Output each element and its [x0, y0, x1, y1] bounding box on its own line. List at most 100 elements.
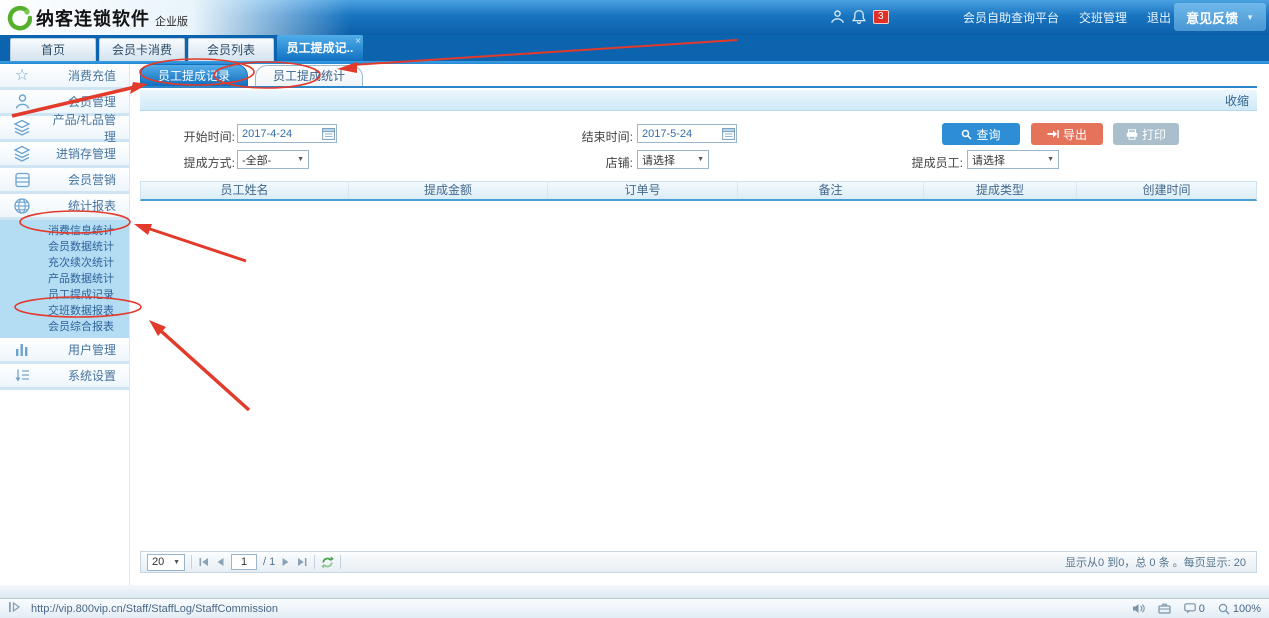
tab-member-list[interactable]: 会员列表	[188, 38, 274, 61]
column-commission-amount[interactable]: 提成金额	[348, 182, 547, 199]
tab-commission-stats[interactable]: 员工提成统计	[255, 65, 364, 86]
calendar-icon[interactable]	[722, 127, 735, 145]
link-logout[interactable]: 退出	[1147, 9, 1171, 26]
chevron-down-icon: ▼	[697, 156, 704, 163]
sidebar-item-label: 系统设置	[67, 369, 116, 383]
export-icon	[1047, 130, 1059, 138]
globe-icon	[0, 197, 44, 215]
commission-method-label: 提成方式:	[183, 156, 235, 170]
search-button-label: 查询	[976, 127, 1001, 142]
divider	[191, 555, 192, 569]
refresh-icon[interactable]	[321, 555, 335, 569]
pagination-controls: 20 ▼ / 1	[147, 553, 342, 571]
person-icon	[0, 93, 44, 110]
search-button[interactable]: 查询	[942, 123, 1020, 145]
sidebar-item-user-management[interactable]: 用户管理	[0, 338, 129, 364]
search-icon	[962, 129, 973, 140]
tab-commission-record[interactable]: 员工提成记录	[140, 64, 249, 86]
column-order-number[interactable]: 订单号	[547, 182, 737, 199]
link-shift-management[interactable]: 交班管理	[1079, 9, 1127, 26]
comment-counter[interactable]: 0	[1183, 603, 1205, 615]
submenu-staff-commission-record[interactable]: 员工提成记录	[0, 287, 129, 303]
bottom-band	[0, 585, 1269, 598]
commission-staff-value: 请选择	[972, 154, 1005, 167]
main-content: 员工提成记录 员工提成统计 收缩 开始时间: 结束时间: 查询 导出	[131, 64, 1269, 585]
bar-chart-icon	[0, 342, 44, 357]
chevron-down-icon: ▼	[1246, 12, 1254, 22]
close-icon[interactable]: ×	[355, 29, 361, 55]
page-size-select[interactable]: 20 ▼	[147, 553, 185, 571]
print-button-label: 打印	[1141, 127, 1166, 142]
drawers-icon	[0, 172, 44, 188]
statistics-submenu: 消费信息统计 会员数据统计 充次续次统计 产品数据统计 员工提成记录 交班数据报…	[0, 220, 129, 338]
sidebar-item-label: 会员管理	[67, 95, 116, 109]
tab-staff-commission-label: 员工提成记..	[286, 41, 354, 55]
commission-staff-label: 提成员工:	[911, 156, 963, 170]
store-select[interactable]: 请选择 ▼	[637, 150, 709, 169]
comment-bubble-icon	[1183, 603, 1196, 614]
logo-swoosh-icon	[7, 5, 32, 30]
pagination-bar: 20 ▼ / 1	[140, 551, 1257, 573]
sidebar-toggle-icon[interactable]	[8, 600, 21, 618]
sidebar-item-inventory[interactable]: 进销存管理	[0, 142, 129, 168]
edition-label: 企业版	[155, 15, 188, 28]
sidebar-item-label: 统计报表	[67, 199, 116, 213]
sidebar-item-statistics-reports[interactable]: 统计报表	[0, 194, 129, 220]
first-page-button[interactable]	[198, 557, 210, 567]
layers-icon	[0, 119, 44, 136]
status-bar: http://vip.800vip.cn/Staff/StaffLog/Staf…	[0, 598, 1269, 618]
last-page-button[interactable]	[296, 557, 308, 567]
table-body-empty	[140, 201, 1257, 553]
star-icon: ☆	[14, 66, 30, 84]
column-remark[interactable]: 备注	[737, 182, 923, 199]
commission-method-select[interactable]: -全部- ▼	[237, 150, 309, 169]
page-input[interactable]	[231, 554, 257, 570]
inner-tabbar: 员工提成记录 员工提成统计	[131, 64, 1257, 88]
submenu-product-data-stats[interactable]: 产品数据统计	[0, 271, 129, 287]
pagination-summary: 显示从0 到0，总 0 条 。每页显示: 20	[1065, 557, 1246, 569]
prev-page-button[interactable]	[216, 557, 225, 567]
print-button[interactable]: 打印	[1113, 123, 1179, 145]
briefcase-icon[interactable]	[1158, 603, 1171, 614]
sidebar-item-system-settings[interactable]: 系统设置	[0, 364, 129, 390]
sidebar-item-consume-recharge[interactable]: ☆ 消费充值	[0, 64, 129, 90]
notification-badge[interactable]: 3	[873, 9, 889, 24]
page-size-value: 20	[152, 556, 165, 568]
export-button[interactable]: 导出	[1031, 123, 1103, 145]
sidebar-item-member-marketing[interactable]: 会员营销	[0, 168, 129, 194]
column-commission-type[interactable]: 提成类型	[923, 182, 1076, 199]
link-self-service[interactable]: 会员自助查询平台	[963, 9, 1059, 26]
tab-staff-commission[interactable]: 员工提成记.. ×	[277, 35, 363, 61]
divider	[340, 555, 342, 569]
chevron-down-icon: ▼	[297, 156, 304, 163]
zoom-control[interactable]: 100%	[1218, 603, 1261, 615]
feedback-label: 意见反馈	[1186, 10, 1239, 26]
chevron-down-icon: ▼	[173, 558, 180, 566]
tab-card-consume[interactable]: 会员卡消费	[99, 38, 185, 61]
sidebar-item-label: 用户管理	[67, 343, 116, 357]
header-status-icons: 3	[830, 9, 889, 24]
submenu-shift-data-report[interactable]: 交班数据报表	[0, 303, 129, 319]
submenu-member-data-stats[interactable]: 会员数据统计	[0, 239, 129, 255]
submenu-member-综合-report[interactable]: 会员综合报表	[0, 319, 129, 335]
collapse-link[interactable]: 收缩	[1225, 92, 1257, 109]
column-staff-name[interactable]: 员工姓名	[141, 182, 348, 199]
main-nav-tabbar: 首页 会员卡消费 会员列表 员工提成记.. ×	[0, 35, 1269, 61]
calendar-icon[interactable]	[322, 127, 335, 145]
tab-home[interactable]: 首页	[10, 38, 96, 61]
bell-icon[interactable]	[852, 9, 866, 24]
filter-panel-header: 收缩	[140, 90, 1257, 111]
column-create-time[interactable]: 创建时间	[1076, 182, 1256, 199]
next-page-button[interactable]	[281, 557, 290, 567]
top-header: 纳客连锁软件 企业版 3 会员自助查询平台 交班管理 退出 意见反馈 ▼	[0, 0, 1269, 35]
app-window: 纳客连锁软件 企业版 3 会员自助查询平台 交班管理 退出 意见反馈 ▼ 首页 …	[0, 0, 1269, 618]
sidebar-item-product-gift[interactable]: 产品/礼品管理	[0, 113, 129, 144]
feedback-button[interactable]: 意见反馈 ▼	[1174, 3, 1266, 31]
commission-staff-select[interactable]: 请选择 ▼	[967, 150, 1059, 169]
user-icon[interactable]	[830, 9, 845, 24]
sidebar-item-label: 产品/礼品管理	[52, 112, 116, 144]
layers-icon	[0, 145, 44, 162]
submenu-count-stats[interactable]: 充次续次统计	[0, 255, 129, 271]
speaker-icon[interactable]	[1132, 603, 1145, 614]
submenu-consume-info-stats[interactable]: 消费信息统计	[0, 223, 129, 239]
